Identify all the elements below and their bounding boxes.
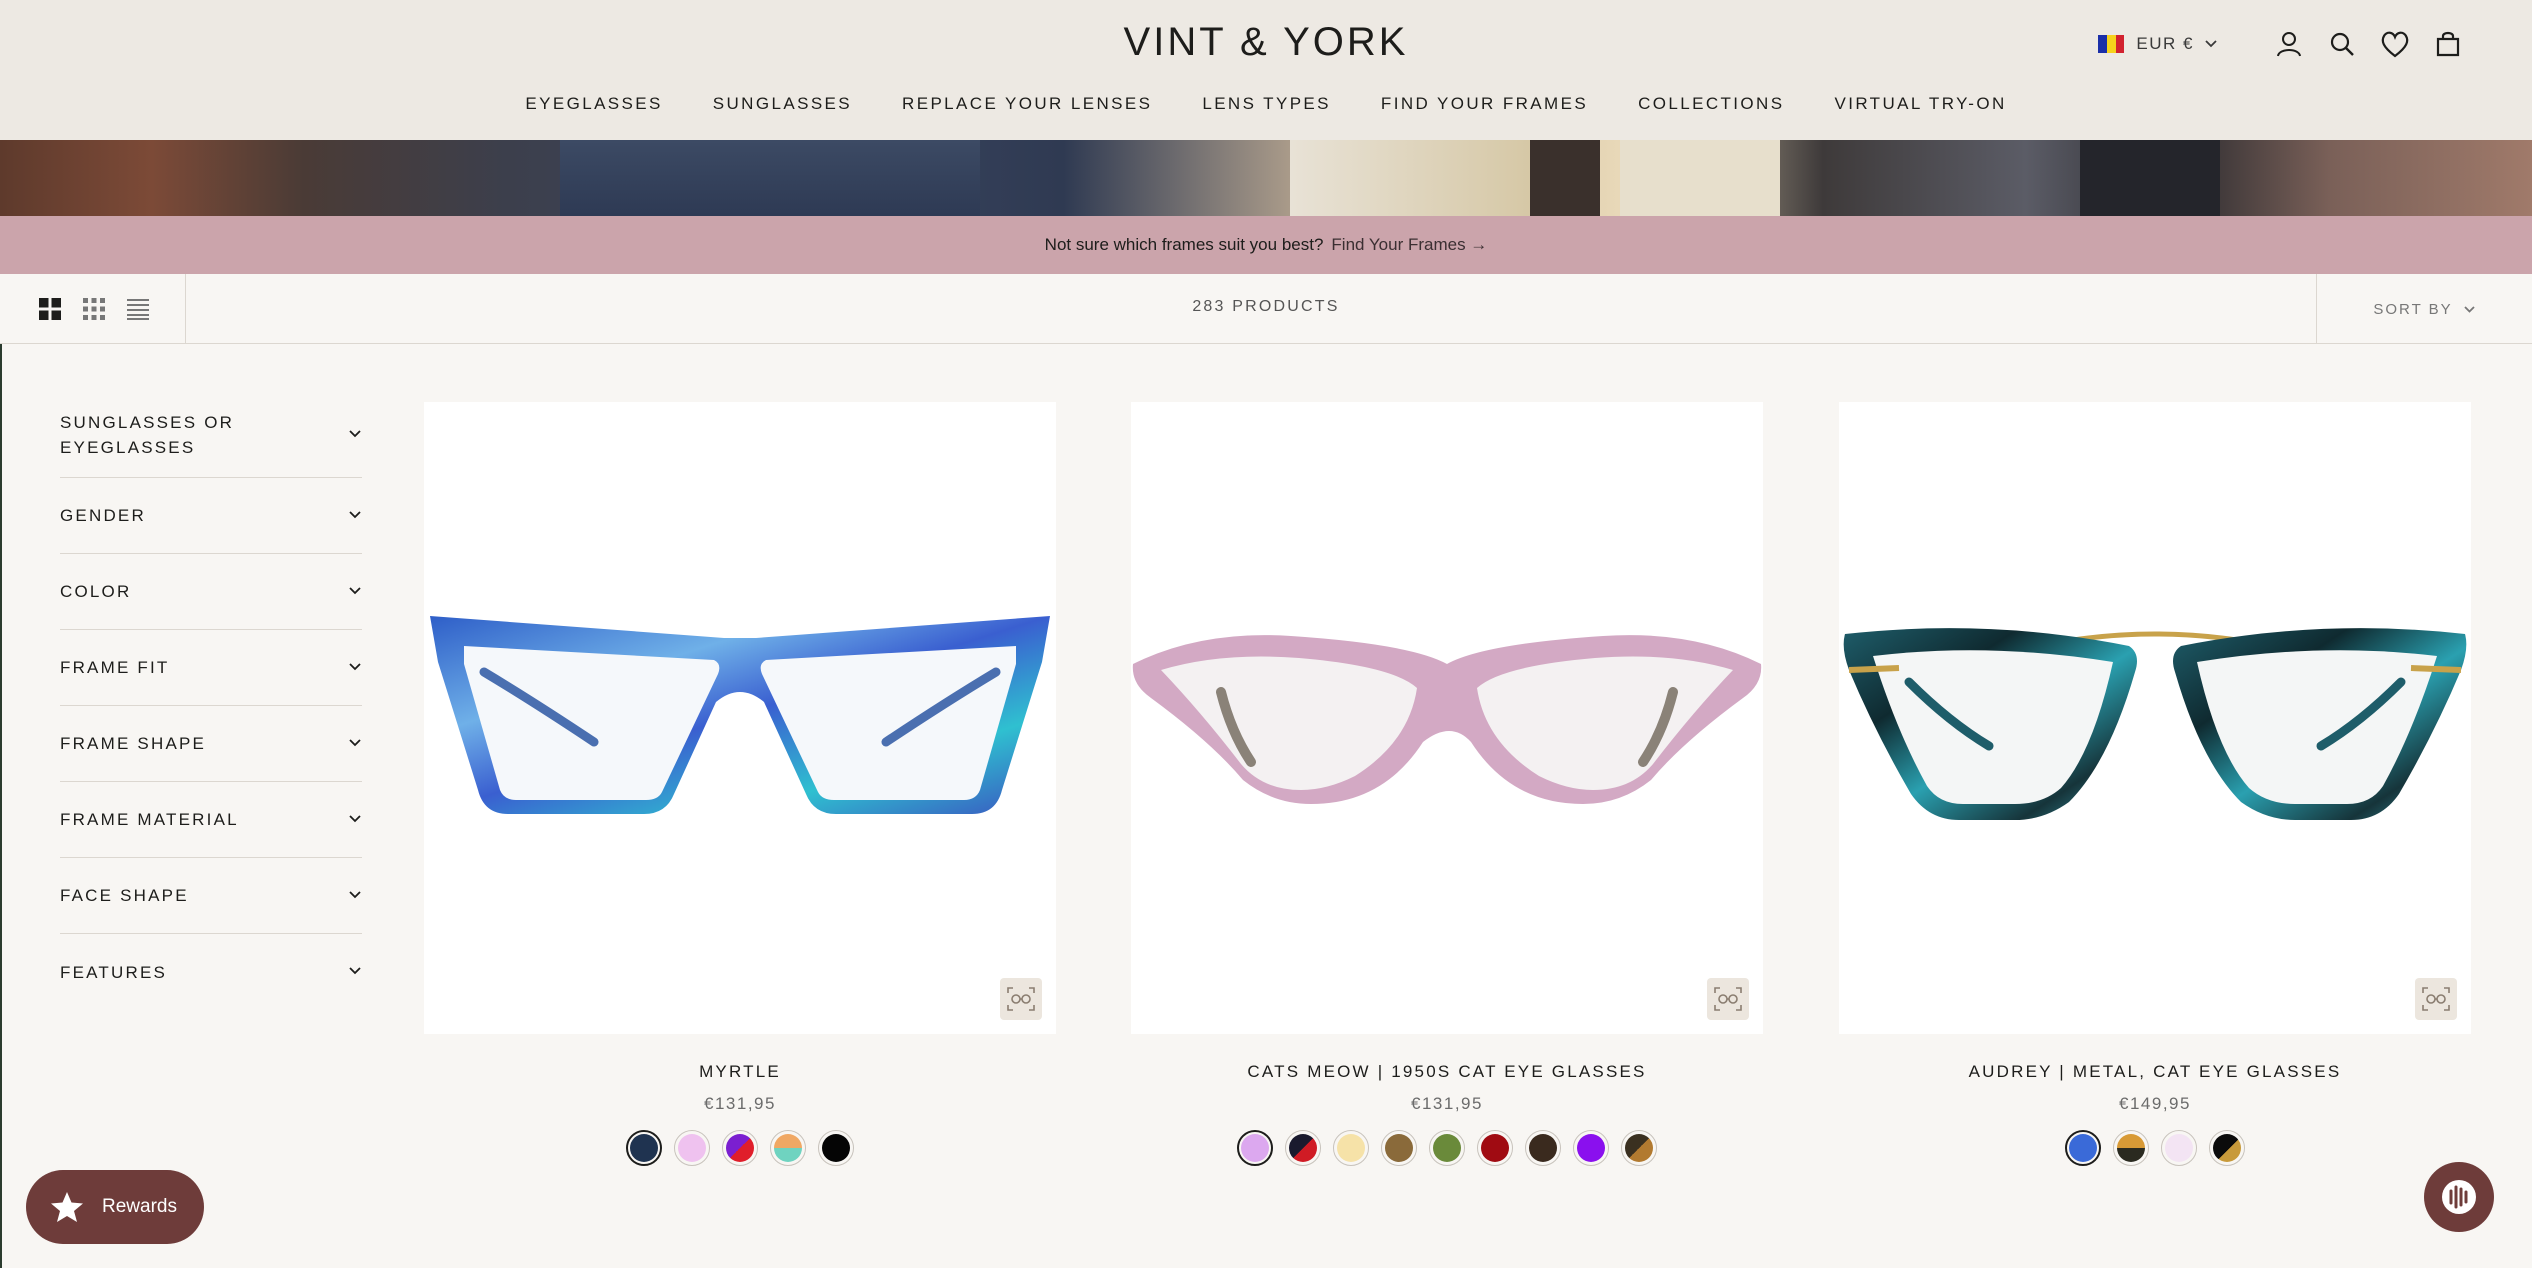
color-swatch[interactable] bbox=[1525, 1130, 1561, 1166]
nav-eyeglasses[interactable]: EYEGLASSES bbox=[525, 94, 662, 114]
account-icon[interactable] bbox=[2271, 26, 2307, 62]
product-card[interactable]: AUDREY | METAL, CAT EYE GLASSES €149,95 bbox=[1839, 402, 2471, 1166]
nav-find-your-frames[interactable]: FIND YOUR FRAMES bbox=[1381, 94, 1588, 114]
color-swatches bbox=[424, 1130, 1056, 1166]
filter-color[interactable]: COLOR bbox=[60, 554, 362, 630]
nav-collections[interactable]: COLLECTIONS bbox=[1638, 94, 1784, 114]
chat-launcher-icon[interactable] bbox=[2424, 1162, 2494, 1232]
sort-by-label: SORT BY bbox=[2373, 300, 2453, 318]
chevron-down-icon bbox=[348, 583, 362, 601]
color-swatches bbox=[1839, 1130, 2471, 1166]
chevron-down-icon bbox=[2204, 34, 2218, 54]
filter-frame-fit[interactable]: FRAME FIT bbox=[60, 630, 362, 706]
virtual-try-on-icon[interactable] bbox=[1000, 978, 1042, 1020]
color-swatch[interactable] bbox=[818, 1130, 854, 1166]
product-title[interactable]: CATS MEOW | 1950S CAT EYE GLASSES bbox=[1131, 1062, 1763, 1082]
virtual-try-on-icon[interactable] bbox=[2415, 978, 2457, 1020]
filter-face-shape[interactable]: FACE SHAPE bbox=[60, 858, 362, 934]
product-image[interactable] bbox=[1131, 402, 1763, 1034]
chevron-down-icon bbox=[348, 735, 362, 753]
color-swatches bbox=[1131, 1130, 1763, 1166]
hero-banner-image bbox=[0, 140, 2532, 216]
color-swatch[interactable] bbox=[1333, 1130, 1369, 1166]
color-swatch[interactable] bbox=[1621, 1130, 1657, 1166]
site-header: VINT & YORK EUR € EYEGLASSES SUNGLASSES … bbox=[0, 0, 2532, 140]
product-price: €131,95 bbox=[1411, 1094, 1483, 1113]
color-swatch[interactable] bbox=[1237, 1130, 1273, 1166]
filter-sunglasses-or-eyeglasses[interactable]: SUNGLASSES OR EYEGLASSES bbox=[60, 392, 362, 478]
star-icon bbox=[50, 1191, 84, 1223]
product-image[interactable] bbox=[424, 402, 1056, 1034]
color-swatch[interactable] bbox=[1477, 1130, 1513, 1166]
filter-label: FRAME MATERIAL bbox=[60, 810, 239, 829]
color-swatch[interactable] bbox=[770, 1130, 806, 1166]
chevron-down-icon bbox=[348, 426, 362, 444]
promo-bar: Not sure which frames suit you best? Fin… bbox=[0, 216, 2532, 274]
color-swatch[interactable] bbox=[2209, 1130, 2245, 1166]
color-swatch[interactable] bbox=[2065, 1130, 2101, 1166]
nav-lens-types[interactable]: LENS TYPES bbox=[1202, 94, 1331, 114]
filter-sidebar: SUNGLASSES OR EYEGLASSES GENDER COLOR FR… bbox=[60, 392, 362, 1010]
collection-toolbar: 283 PRODUCTS SORT BY bbox=[0, 274, 2532, 344]
header-actions: EUR € bbox=[2098, 26, 2466, 62]
product-card[interactable]: CATS MEOW | 1950S CAT EYE GLASSES €131,9… bbox=[1131, 402, 1763, 1166]
product-title[interactable]: AUDREY | METAL, CAT EYE GLASSES bbox=[1839, 1062, 2471, 1082]
product-price: €149,95 bbox=[2119, 1094, 2191, 1113]
virtual-try-on-icon[interactable] bbox=[1707, 978, 1749, 1020]
search-icon[interactable] bbox=[2324, 26, 2360, 62]
nav-sunglasses[interactable]: SUNGLASSES bbox=[713, 94, 852, 114]
filter-label: FRAME SHAPE bbox=[60, 734, 207, 753]
cart-bag-icon[interactable] bbox=[2430, 26, 2466, 62]
chevron-down-icon bbox=[2463, 301, 2476, 318]
rewards-button[interactable]: Rewards bbox=[26, 1170, 204, 1244]
chevron-down-icon bbox=[348, 811, 362, 829]
product-card[interactable]: MYRTLE €131,95 bbox=[424, 402, 1056, 1166]
color-swatch[interactable] bbox=[674, 1130, 710, 1166]
filter-label: FEATURES bbox=[60, 962, 168, 982]
chevron-down-icon bbox=[348, 659, 362, 677]
wishlist-heart-icon[interactable] bbox=[2377, 26, 2413, 62]
color-swatch[interactable] bbox=[1285, 1130, 1321, 1166]
romania-flag-icon bbox=[2098, 35, 2125, 53]
main-nav: EYEGLASSES SUNGLASSES REPLACE YOUR LENSE… bbox=[0, 94, 2532, 114]
color-swatch[interactable] bbox=[2113, 1130, 2149, 1166]
filter-label: FRAME FIT bbox=[60, 658, 170, 677]
filter-frame-shape[interactable]: FRAME SHAPE bbox=[60, 706, 362, 782]
filter-label: GENDER bbox=[60, 506, 146, 525]
currency-selector[interactable]: EUR € bbox=[2098, 34, 2218, 54]
filter-label: FACE SHAPE bbox=[60, 886, 189, 905]
color-swatch[interactable] bbox=[1429, 1130, 1465, 1166]
rewards-label: Rewards bbox=[102, 1196, 177, 1217]
color-swatch[interactable] bbox=[2161, 1130, 2197, 1166]
color-swatch[interactable] bbox=[626, 1130, 662, 1166]
filter-features[interactable]: FEATURES bbox=[60, 934, 362, 1010]
currency-label: EUR € bbox=[2136, 34, 2194, 53]
sort-by-button[interactable]: SORT BY bbox=[2316, 274, 2532, 344]
product-count: 283 PRODUCTS bbox=[1192, 298, 1340, 315]
glasses-image bbox=[1843, 628, 2467, 820]
color-swatch[interactable] bbox=[722, 1130, 758, 1166]
filter-label: COLOR bbox=[60, 582, 132, 601]
nav-virtual-try-on[interactable]: VIRTUAL TRY-ON bbox=[1834, 94, 2006, 114]
chevron-down-icon bbox=[348, 887, 362, 905]
chevron-down-icon bbox=[348, 963, 362, 981]
filter-frame-material[interactable]: FRAME MATERIAL bbox=[60, 782, 362, 858]
glasses-image bbox=[1132, 635, 1762, 804]
color-swatch[interactable] bbox=[1381, 1130, 1417, 1166]
product-image[interactable] bbox=[1839, 402, 2471, 1034]
filter-gender[interactable]: GENDER bbox=[60, 478, 362, 554]
filter-label: SUNGLASSES OR EYEGLASSES bbox=[60, 412, 235, 457]
color-swatch[interactable] bbox=[1573, 1130, 1609, 1166]
glasses-image bbox=[430, 616, 1050, 814]
nav-replace-your-lenses[interactable]: REPLACE YOUR LENSES bbox=[902, 94, 1152, 114]
chevron-down-icon bbox=[348, 507, 362, 525]
promo-text: Not sure which frames suit you best? bbox=[1044, 235, 1324, 254]
product-title[interactable]: MYRTLE bbox=[424, 1062, 1056, 1082]
product-price: €131,95 bbox=[704, 1094, 776, 1113]
find-your-frames-link[interactable]: Find Your Frames → bbox=[1331, 235, 1487, 255]
